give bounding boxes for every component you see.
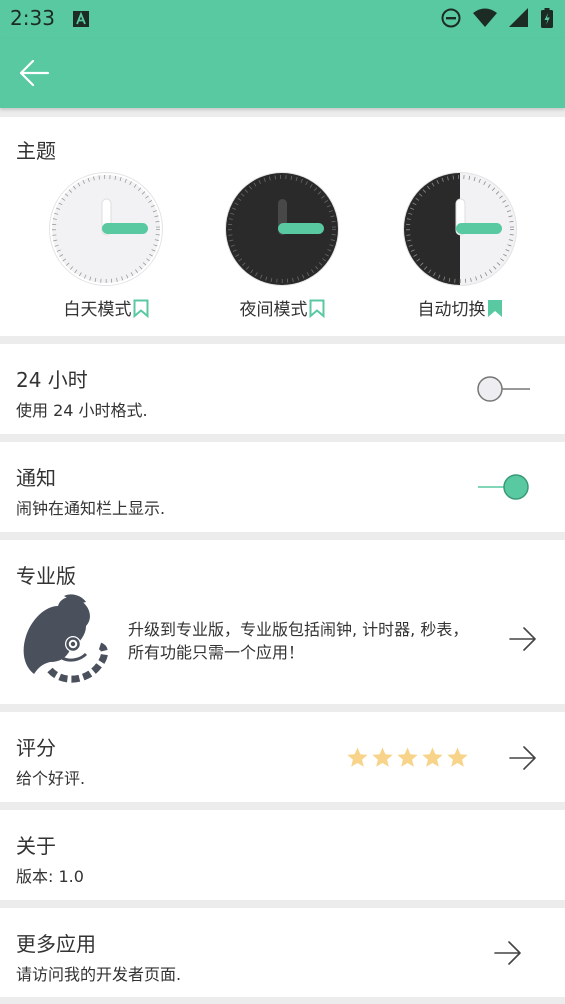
pro-version-section[interactable]: 专业版 升级到专业版，专业版包括闹钟, 计时器, 秒表，所有功能只需一个应用！: [0, 540, 565, 704]
more-apps-section[interactable]: 更多应用 请访问我的开发者页面.: [0, 908, 565, 997]
status-time: 2:33: [10, 6, 55, 30]
do-not-disturb-icon: [441, 8, 461, 28]
about-version: 版本: 1.0: [16, 867, 84, 886]
star-icon: [422, 747, 443, 767]
theme-option-auto-label: 自动切换: [417, 300, 486, 320]
star-icon: [397, 747, 418, 767]
pro-description: 升级到专业版，专业版包括闹钟, 计时器, 秒表，所有功能只需一个应用！: [128, 620, 469, 662]
hour24-setting[interactable]: 24 小时 使用 24 小时格式.: [0, 344, 565, 434]
hour24-title: 24 小时: [16, 368, 88, 392]
app-toolbar: [0, 38, 565, 108]
theme-option-day[interactable]: 白天模式: [46, 169, 166, 320]
about-title: 关于: [16, 834, 56, 858]
keyboard-a-icon: [73, 11, 89, 27]
notification-subtitle: 闹钟在通知栏上显示.: [16, 499, 166, 518]
hour24-toggle[interactable]: [476, 374, 532, 404]
rating-arrow-icon[interactable]: [508, 743, 538, 773]
back-arrow-icon[interactable]: [18, 56, 52, 90]
rating-title: 评分: [16, 736, 56, 760]
more-apps-title: 更多应用: [16, 932, 96, 956]
day-clock-icon: [49, 172, 163, 286]
notification-setting[interactable]: 通知 闹钟在通知栏上显示.: [0, 442, 565, 532]
theme-title: 主题: [16, 139, 56, 163]
bookmark-filled-icon: [487, 300, 502, 317]
theme-section: 主题 白天模式 夜间模式 自动切换: [0, 117, 565, 336]
theme-option-day-label: 白天模式: [63, 300, 132, 320]
auto-clock-icon: [403, 172, 517, 286]
theme-option-night[interactable]: 夜间模式: [222, 169, 342, 320]
rating-subtitle: 给个好评.: [16, 769, 86, 788]
theme-option-night-label: 夜间模式: [239, 300, 308, 320]
night-clock-icon: [225, 172, 339, 286]
hour24-subtitle: 使用 24 小时格式.: [16, 401, 148, 420]
more-apps-arrow-icon[interactable]: [493, 938, 523, 968]
bookmark-outline-icon: [133, 299, 148, 318]
bookmark-outline-icon: [309, 299, 324, 318]
about-section[interactable]: 关于 版本: 1.0: [0, 810, 565, 900]
more-apps-subtitle: 请访问我的开发者页面.: [16, 965, 182, 984]
rating-section[interactable]: 评分 给个好评.: [0, 712, 565, 802]
battery-icon: [541, 8, 553, 28]
theme-option-auto[interactable]: 自动切换: [400, 169, 520, 320]
notification-title: 通知: [16, 466, 56, 490]
pro-arrow-icon[interactable]: [508, 624, 538, 654]
wifi-icon: [473, 8, 497, 27]
cell-signal-icon: [509, 8, 528, 27]
rating-stars[interactable]: [346, 746, 469, 769]
star-icon: [372, 747, 393, 767]
notification-toggle[interactable]: [476, 472, 532, 502]
pro-title: 专业版: [16, 564, 76, 588]
status-bar: 2:33: [0, 0, 565, 38]
chameleon-logo-icon: [23, 594, 108, 683]
star-icon: [347, 747, 368, 767]
star-icon: [447, 747, 468, 767]
